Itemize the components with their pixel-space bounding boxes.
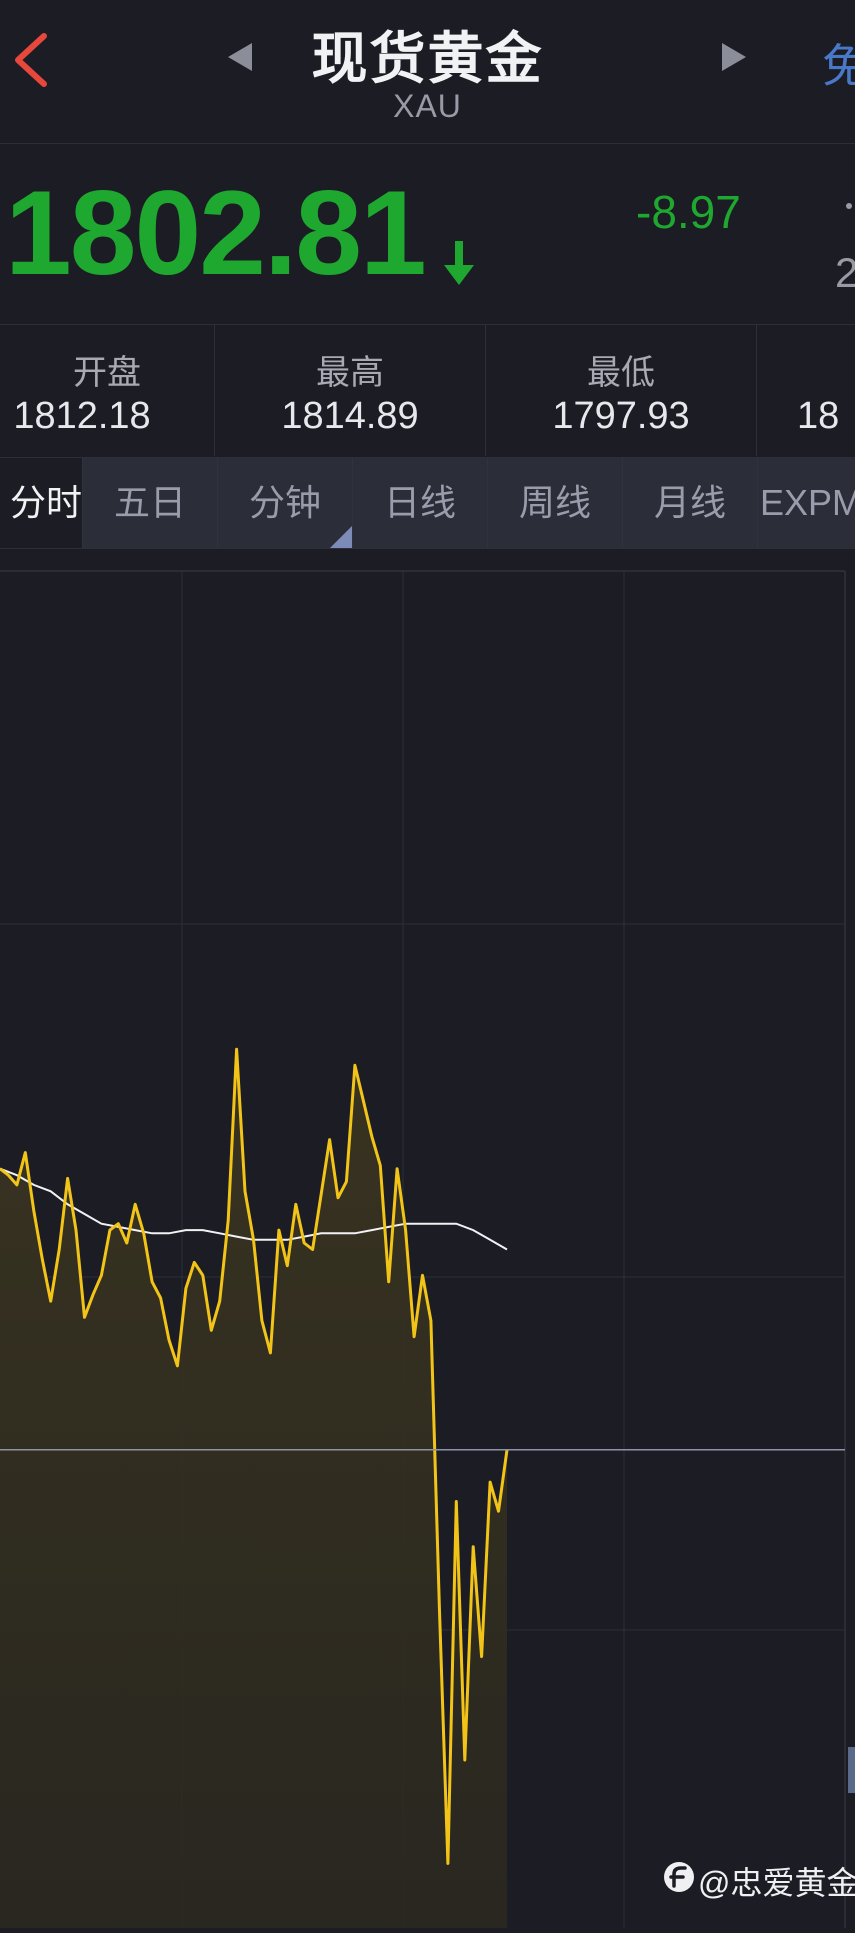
tab-label: 分钟 — [248, 482, 321, 523]
stat-value: 1797.93 — [552, 395, 690, 437]
stat-low: 最低 1797.93 — [486, 325, 757, 456]
tab-minute[interactable]: 分钟 — [218, 458, 353, 548]
current-price: 1802.81 — [5, 166, 427, 300]
instrument-code: XAU — [393, 88, 462, 124]
weibo-logo-icon — [664, 1862, 694, 1892]
next-instrument-icon[interactable] — [716, 40, 750, 74]
tab-intraday[interactable]: 分时 — [0, 458, 83, 548]
tab-five-day[interactable]: 五日 — [83, 458, 218, 548]
chart-period-tabs: 分时 五日 分钟 日线 周线 月线 EXPM — [0, 457, 855, 549]
stat-value: 18 — [797, 395, 840, 437]
change-percent-partial: 2 — [835, 249, 855, 296]
stat-previous-close: 18 — [757, 325, 855, 456]
stat-high: 最高 1814.89 — [215, 325, 486, 456]
tab-expm[interactable]: EXPM — [758, 458, 855, 548]
price-change: -8.97 — [636, 186, 741, 238]
stat-label: 开盘 — [73, 354, 141, 392]
tab-daily[interactable]: 日线 — [353, 458, 488, 548]
stat-value: 1814.89 — [281, 395, 419, 437]
scroll-handle[interactable] — [848, 1747, 855, 1793]
dot-icon — [846, 203, 852, 209]
intraday-chart[interactable] — [0, 547, 855, 1928]
dropdown-corner-icon — [330, 526, 352, 548]
stat-value: 1812.18 — [13, 395, 151, 437]
top-bar: 现货黄金 XAU 免 — [0, 0, 855, 144]
stat-open: 开盘 1812.18 — [0, 325, 215, 456]
stats-row: 开盘 1812.18 最高 1814.89 最低 1797.93 18 — [0, 325, 855, 456]
stat-label: 最低 — [587, 354, 655, 392]
price-area-fill — [0, 1049, 507, 1928]
tab-weekly[interactable]: 周线 — [488, 458, 623, 548]
down-arrow-icon — [444, 241, 474, 285]
stat-label: 最高 — [316, 354, 384, 392]
tab-monthly[interactable]: 月线 — [623, 458, 758, 548]
header-right-action[interactable]: 免 — [822, 30, 855, 96]
watermark-text: @忠爱黄金 — [698, 1865, 855, 1901]
price-quote: 1802.81 -8.97 2 — [0, 143, 855, 325]
price-chart-svg[interactable] — [0, 547, 855, 1928]
